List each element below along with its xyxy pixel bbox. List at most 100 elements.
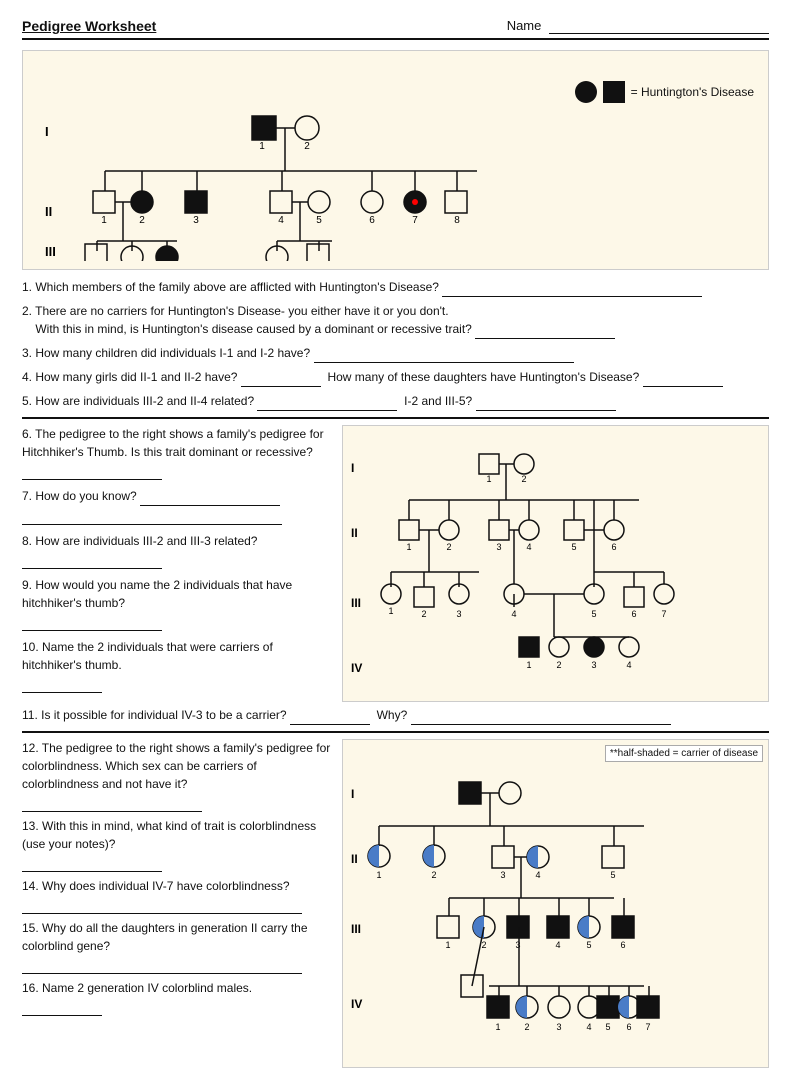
- half-shaded-note: **half-shaded = carrier of disease: [605, 745, 763, 762]
- svg-text:2: 2: [304, 141, 310, 152]
- q14-line: 14. Why does individual IV-7 have colorb…: [22, 877, 332, 914]
- svg-text:5: 5: [586, 940, 591, 950]
- page-header: Pedigree Worksheet Name: [22, 18, 769, 40]
- q5-line: 5. How are individuals III-2 and II-4 re…: [22, 392, 769, 411]
- svg-text:4: 4: [626, 660, 631, 670]
- svg-text:III: III: [351, 922, 361, 936]
- q7-answer2[interactable]: [22, 506, 282, 525]
- svg-text:7: 7: [412, 215, 418, 226]
- legend-filled-circle: [575, 81, 597, 103]
- q1-answer[interactable]: [442, 278, 702, 297]
- svg-text:II: II: [351, 526, 358, 540]
- svg-text:5: 5: [610, 870, 615, 880]
- q16-line: 16. Name 2 generation IV colorblind male…: [22, 979, 332, 1016]
- q5a-answer[interactable]: [257, 392, 397, 411]
- pedigree3-area: **half-shaded = carrier of disease I II …: [342, 739, 769, 1068]
- svg-text:1: 1: [101, 215, 107, 226]
- q12-line: 12. The pedigree to the right shows a fa…: [22, 739, 332, 812]
- svg-text:4: 4: [511, 609, 516, 619]
- svg-text:1: 1: [445, 940, 450, 950]
- pedigree2-svg: I II III IV 1 2 1 2: [349, 432, 689, 692]
- page-title: Pedigree Worksheet: [22, 18, 156, 34]
- svg-text:3: 3: [456, 609, 461, 619]
- svg-text:5: 5: [591, 609, 596, 619]
- q4b-answer[interactable]: [643, 368, 723, 387]
- svg-text:6: 6: [611, 542, 616, 552]
- svg-text:2: 2: [446, 542, 451, 552]
- svg-text:5: 5: [571, 542, 576, 552]
- pedigree-legend: = Huntington's Disease: [575, 81, 754, 103]
- q16-answer[interactable]: [22, 997, 102, 1016]
- q13-answer[interactable]: [22, 853, 162, 872]
- svg-text:2: 2: [521, 474, 526, 484]
- svg-text:I: I: [351, 461, 354, 475]
- svg-text:1: 1: [486, 474, 491, 484]
- svg-text:III: III: [351, 596, 361, 610]
- q3-line: 3. How many children did individuals I-1…: [22, 344, 769, 363]
- svg-text:3: 3: [515, 940, 520, 950]
- pedigree3-svg: I II III IV 1 2: [349, 768, 679, 1058]
- svg-text:6: 6: [631, 609, 636, 619]
- svg-text:4: 4: [555, 940, 560, 950]
- q11b-answer[interactable]: [411, 706, 671, 725]
- q11-line: 11. Is it possible for individual IV-3 t…: [22, 706, 769, 725]
- q4a-answer[interactable]: [241, 368, 321, 387]
- svg-text:IV: IV: [351, 997, 362, 1011]
- q15-line: 15. Why do all the daughters in generati…: [22, 919, 332, 974]
- svg-text:2: 2: [431, 870, 436, 880]
- svg-text:7: 7: [661, 609, 666, 619]
- svg-text:I: I: [351, 787, 354, 801]
- q1-line: 1. Which members of the family above are…: [22, 278, 769, 297]
- divider-1: [22, 417, 769, 419]
- svg-text:1: 1: [388, 606, 393, 616]
- pedigree1-area: = Huntington's Disease I II III 1 2 1 2 …: [22, 50, 769, 270]
- svg-text:2: 2: [139, 215, 145, 226]
- q7-answer[interactable]: [140, 487, 280, 506]
- svg-text:IV: IV: [351, 661, 362, 675]
- colorblind-section: 12. The pedigree to the right shows a fa…: [22, 739, 769, 1068]
- svg-text:3: 3: [500, 870, 505, 880]
- svg-text:III: III: [45, 244, 56, 259]
- q4-line: 4. How many girls did II-1 and II-2 have…: [22, 368, 769, 387]
- q2-answer[interactable]: [475, 320, 615, 339]
- svg-text:2: 2: [556, 660, 561, 670]
- q3-answer[interactable]: [314, 344, 574, 363]
- q8-answer[interactable]: [22, 550, 162, 569]
- legend-filled-square: [603, 81, 625, 103]
- svg-text:4: 4: [278, 215, 284, 226]
- q9-answer[interactable]: [22, 612, 162, 631]
- svg-text:1: 1: [526, 660, 531, 670]
- svg-text:II: II: [45, 204, 52, 219]
- q8-line: 8. How are individuals III-2 and III-3 r…: [22, 532, 332, 569]
- questions-section-1: 1. Which members of the family above are…: [22, 278, 769, 411]
- q7-line: 7. How do you know?: [22, 487, 332, 525]
- svg-text:1: 1: [259, 141, 265, 152]
- q9-line: 9. How would you name the 2 individuals …: [22, 576, 332, 631]
- q10-answer[interactable]: [22, 674, 102, 693]
- q13-line: 13. With this in mind, what kind of trai…: [22, 817, 332, 872]
- pedigree1-svg: I II III 1 2 1 2 3 4 5: [37, 61, 557, 261]
- svg-text:2: 2: [421, 609, 426, 619]
- svg-text:3: 3: [193, 215, 199, 226]
- svg-text:1: 1: [406, 542, 411, 552]
- svg-text:II: II: [351, 852, 358, 866]
- svg-text:6: 6: [369, 215, 375, 226]
- q14-answer[interactable]: [22, 895, 302, 914]
- svg-text:3: 3: [496, 542, 501, 552]
- svg-text:4: 4: [526, 542, 531, 552]
- q11-answer[interactable]: [290, 706, 370, 725]
- q5b-answer[interactable]: [476, 392, 616, 411]
- svg-text:6: 6: [620, 940, 625, 950]
- q10-line: 10. Name the 2 individuals that were car…: [22, 638, 332, 693]
- name-label: Name: [507, 18, 769, 34]
- svg-text:2: 2: [481, 940, 486, 950]
- q12-answer[interactable]: [22, 793, 202, 812]
- svg-text:5: 5: [316, 215, 322, 226]
- q6-answer[interactable]: [22, 461, 162, 480]
- q15-answer[interactable]: [22, 955, 302, 974]
- q6-line: 6. The pedigree to the right shows a fam…: [22, 425, 332, 480]
- hitchhiker-questions: 6. The pedigree to the right shows a fam…: [22, 425, 332, 702]
- svg-text:3: 3: [591, 660, 596, 670]
- svg-text:1: 1: [376, 870, 381, 880]
- pedigree2-area: I II III IV 1 2 1 2: [342, 425, 769, 702]
